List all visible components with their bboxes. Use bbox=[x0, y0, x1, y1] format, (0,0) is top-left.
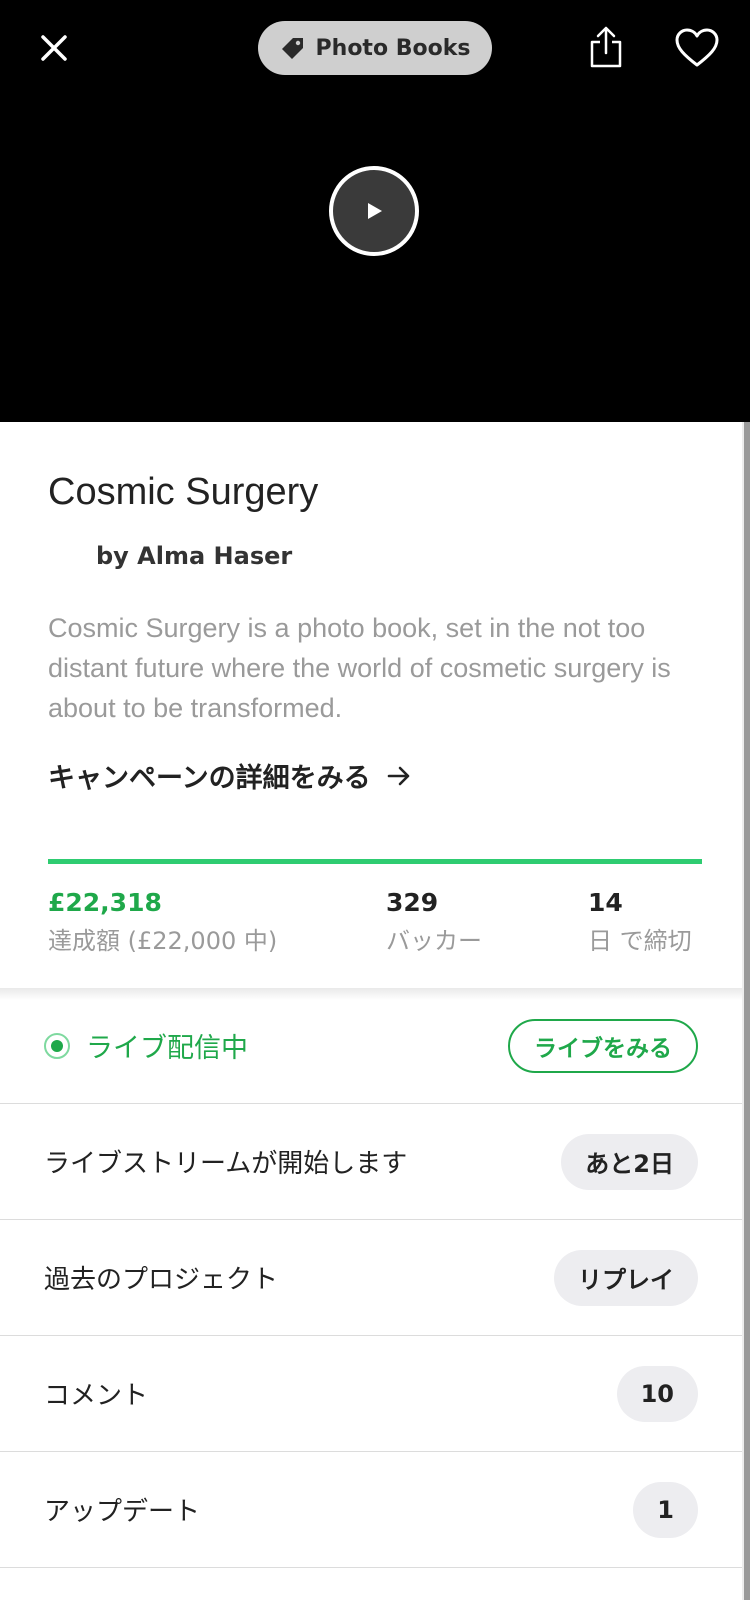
stat-days-left: 14 日 で締切 bbox=[588, 888, 692, 956]
video-player[interactable]: Photo Books bbox=[0, 0, 750, 422]
heart-icon bbox=[675, 28, 719, 67]
updates-label: アップデート bbox=[44, 1497, 201, 1527]
like-button[interactable] bbox=[674, 26, 720, 70]
stat-backers: 329 バッカー bbox=[386, 888, 482, 956]
backers-count: 329 bbox=[386, 888, 439, 917]
arrow-right-icon bbox=[387, 766, 409, 785]
live-status: ライブ配信中 bbox=[44, 1026, 248, 1065]
pledged-label: 達成額 (£22,000 中) bbox=[48, 927, 278, 955]
live-indicator-icon bbox=[44, 1032, 70, 1059]
project-title: Cosmic Surgery bbox=[48, 471, 319, 513]
comments-label: コメント bbox=[44, 1381, 149, 1411]
livestream-countdown-badge: あと2日 bbox=[561, 1133, 698, 1190]
days-count: 14 bbox=[588, 888, 623, 917]
play-icon bbox=[368, 203, 382, 219]
project-info: Cosmic Surgery by Alma Haser Cosmic Surg… bbox=[48, 440, 708, 795]
close-button[interactable] bbox=[38, 32, 70, 64]
past-projects-row[interactable]: 過去のプロジェクト リプレイ bbox=[0, 1220, 742, 1336]
past-projects-label: 過去のプロジェクト bbox=[44, 1265, 279, 1295]
campaign-details-label: キャンペーンの詳細をみる bbox=[48, 763, 371, 794]
share-icon bbox=[590, 26, 622, 68]
livestream-upcoming-row[interactable]: ライブストリームが開始します あと2日 bbox=[0, 1104, 742, 1220]
funding-progress-fill bbox=[48, 859, 702, 864]
funding-progress-bar bbox=[48, 859, 702, 864]
pledged-amount: £22,318 bbox=[48, 888, 162, 917]
close-icon bbox=[41, 35, 67, 61]
play-button[interactable] bbox=[329, 166, 419, 256]
tag-icon bbox=[281, 38, 303, 59]
days-label: 日 で締切 bbox=[588, 927, 692, 955]
replay-button[interactable]: リプレイ bbox=[554, 1249, 698, 1306]
stat-pledged: £22,318 達成額 (£22,000 中) bbox=[48, 888, 277, 956]
updates-row[interactable]: アップデート 1 bbox=[0, 1452, 742, 1568]
category-chip[interactable]: Photo Books bbox=[258, 21, 492, 75]
category-label: Photo Books bbox=[315, 35, 471, 61]
project-description: Cosmic Surgery is a photo book, set in t… bbox=[48, 613, 671, 723]
backers-label: バッカー bbox=[386, 927, 482, 955]
live-row: ライブ配信中 ライブをみる bbox=[0, 988, 742, 1104]
project-stats: £22,318 達成額 (£22,000 中) 329 バッカー 14 日 で締… bbox=[48, 888, 708, 958]
live-status-label: ライブ配信中 bbox=[86, 1033, 248, 1064]
comments-count-badge: 10 bbox=[616, 1365, 698, 1422]
livestream-upcoming-label: ライブストリームが開始します bbox=[44, 1149, 408, 1179]
updates-count-badge: 1 bbox=[633, 1481, 698, 1538]
comments-row[interactable]: コメント 10 bbox=[0, 1336, 742, 1452]
scrollbar-thumb[interactable] bbox=[744, 422, 750, 1600]
watch-live-button[interactable]: ライブをみる bbox=[508, 1018, 698, 1073]
share-button[interactable] bbox=[586, 24, 626, 70]
creator-name[interactable]: by Alma Haser bbox=[96, 542, 708, 570]
campaign-details-link[interactable]: キャンペーンの詳細をみる bbox=[48, 756, 708, 795]
